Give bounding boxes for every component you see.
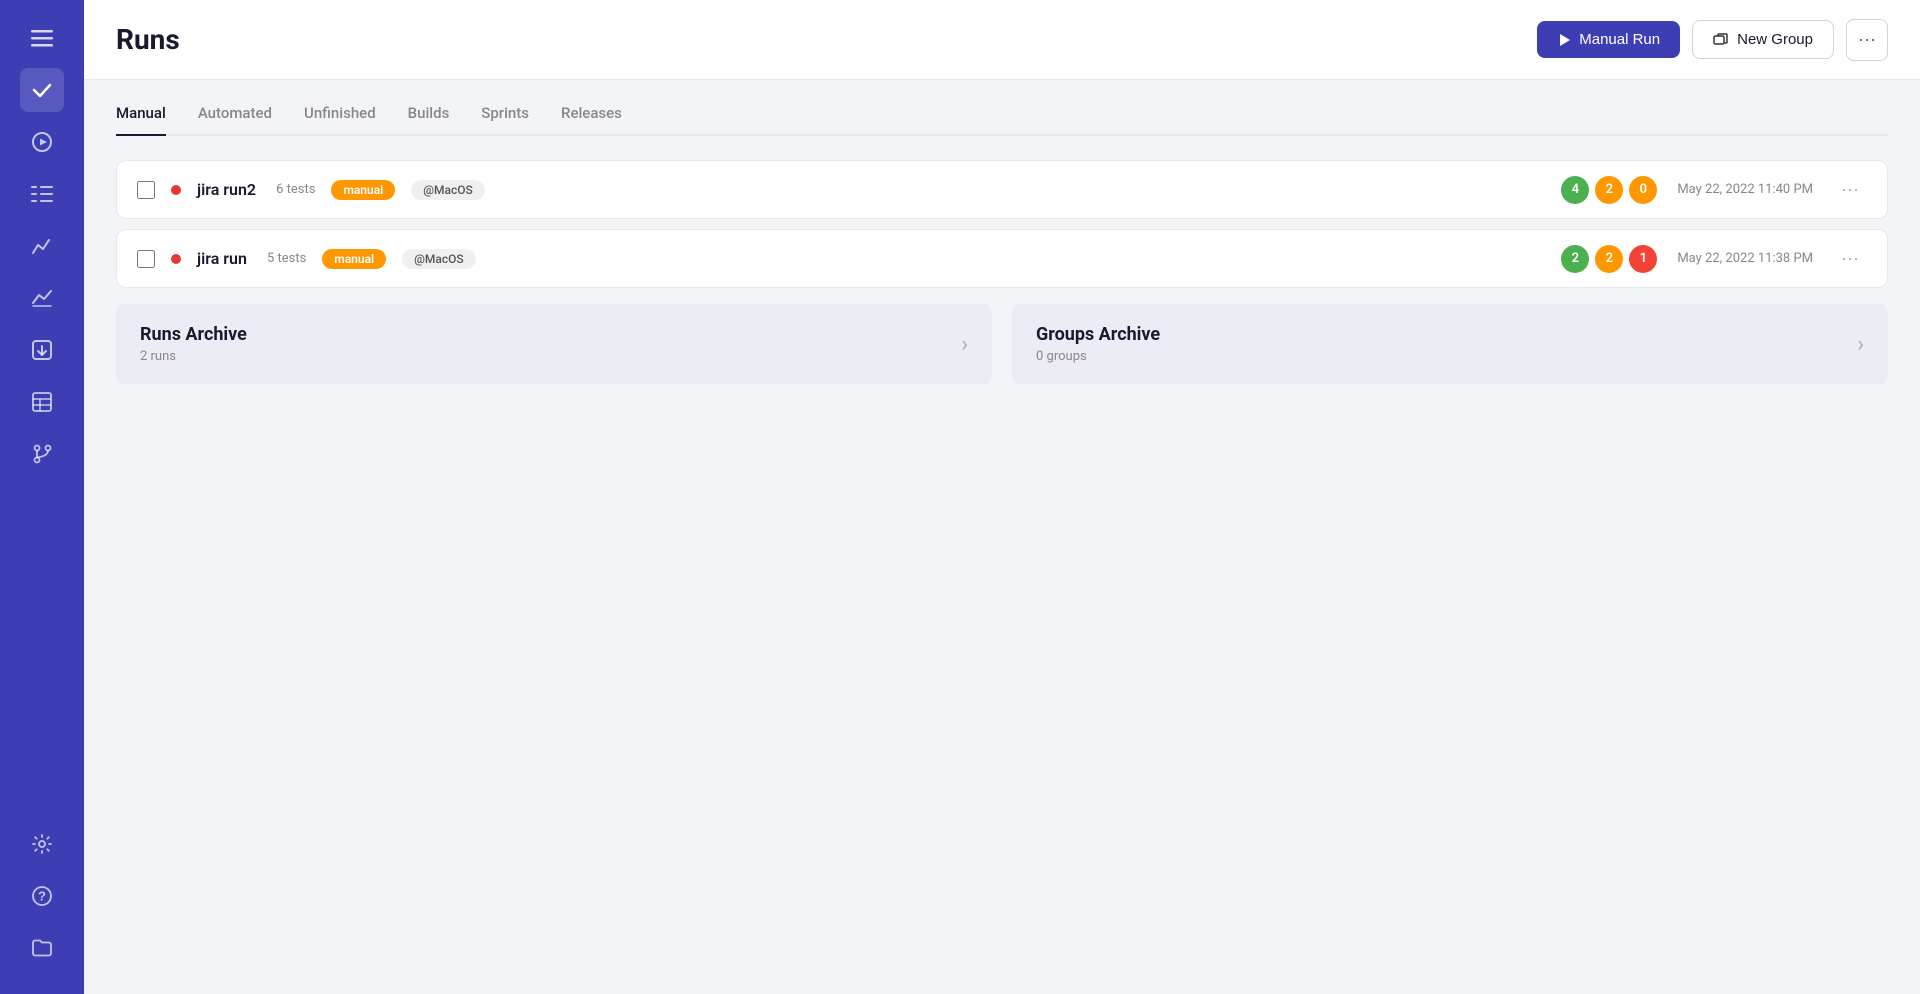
- stat-red: 1: [1629, 245, 1657, 273]
- run-badge-env: @MacOS: [411, 180, 485, 200]
- groups-archive-chevron: ›: [1857, 332, 1864, 357]
- stat-green: 4: [1561, 176, 1589, 204]
- git-icon[interactable]: [20, 432, 64, 476]
- check-icon[interactable]: [20, 68, 64, 112]
- run-stats: 4 2 0: [1561, 176, 1657, 204]
- tab-unfinished[interactable]: Unfinished: [304, 104, 376, 136]
- table-row: jira run 5 tests manual @MacOS 2 2 1 May…: [116, 229, 1888, 288]
- run-tests-count: 6 tests: [276, 182, 315, 197]
- table-icon[interactable]: [20, 380, 64, 424]
- stat-red: 0: [1629, 176, 1657, 204]
- play-icon: [1557, 33, 1571, 47]
- tab-sprints[interactable]: Sprints: [481, 104, 529, 136]
- main-content: Runs Manual Run New Group ···: [84, 0, 1920, 994]
- groups-archive-subtitle: 0 groups: [1036, 349, 1160, 364]
- run-tests-count: 5 tests: [267, 251, 306, 266]
- manual-run-button[interactable]: Manual Run: [1537, 21, 1680, 58]
- runs-list: jira run2 6 tests manual @MacOS 4 2 0 Ma…: [116, 160, 1888, 288]
- help-icon[interactable]: ?: [20, 874, 64, 918]
- run-row-right: 2 2 1 May 22, 2022 11:38 PM ···: [1561, 244, 1867, 273]
- page-title: Runs: [116, 23, 180, 56]
- runs-archive-card[interactable]: Runs Archive 2 runs ›: [116, 304, 992, 384]
- run-more-button[interactable]: ···: [1833, 175, 1867, 204]
- import-icon[interactable]: [20, 328, 64, 372]
- run-checkbox-0[interactable]: [137, 181, 155, 199]
- more-options-button[interactable]: ···: [1846, 19, 1888, 61]
- run-timestamp: May 22, 2022 11:40 PM: [1677, 182, 1813, 197]
- run-name: jira run2: [197, 180, 256, 199]
- archive-section: Runs Archive 2 runs › Groups Archive 0 g…: [116, 304, 1888, 384]
- new-group-button[interactable]: New Group: [1692, 20, 1834, 59]
- list-icon[interactable]: [20, 172, 64, 216]
- play-circle-icon[interactable]: [20, 120, 64, 164]
- tabs-bar: Manual Automated Unfinished Builds Sprin…: [116, 104, 1888, 136]
- runs-archive-chevron: ›: [961, 332, 968, 357]
- tab-releases[interactable]: Releases: [561, 104, 622, 136]
- page-content: Manual Automated Unfinished Builds Sprin…: [84, 80, 1920, 994]
- runs-archive-subtitle: 2 runs: [140, 349, 247, 364]
- run-row-right: 4 2 0 May 22, 2022 11:40 PM ···: [1561, 175, 1867, 204]
- run-timestamp: May 22, 2022 11:38 PM: [1677, 251, 1813, 266]
- tab-builds[interactable]: Builds: [408, 104, 450, 136]
- status-dot: [171, 185, 181, 195]
- sidebar: ?: [0, 0, 84, 994]
- sidebar-bottom: ?: [20, 822, 64, 978]
- runs-archive-title: Runs Archive: [140, 324, 247, 345]
- menu-icon[interactable]: [20, 16, 64, 60]
- tab-manual[interactable]: Manual: [116, 104, 166, 136]
- folder-icon[interactable]: [20, 926, 64, 970]
- groups-archive-card[interactable]: Groups Archive 0 groups ›: [1012, 304, 1888, 384]
- header-actions: Manual Run New Group ···: [1537, 19, 1888, 61]
- run-badge-manual: manual: [322, 249, 386, 269]
- svg-text:?: ?: [38, 889, 46, 904]
- stat-orange: 2: [1595, 176, 1623, 204]
- run-stats: 2 2 1: [1561, 245, 1657, 273]
- run-badge-manual: manual: [331, 180, 395, 200]
- tab-automated[interactable]: Automated: [198, 104, 272, 136]
- analytics-icon[interactable]: [20, 276, 64, 320]
- run-badge-env: @MacOS: [402, 249, 476, 269]
- page-header: Runs Manual Run New Group ···: [84, 0, 1920, 80]
- run-more-button[interactable]: ···: [1833, 244, 1867, 273]
- status-dot: [171, 254, 181, 264]
- settings-icon[interactable]: [20, 822, 64, 866]
- chart-line-icon[interactable]: [20, 224, 64, 268]
- run-checkbox-1[interactable]: [137, 250, 155, 268]
- table-row: jira run2 6 tests manual @MacOS 4 2 0 Ma…: [116, 160, 1888, 219]
- groups-archive-title: Groups Archive: [1036, 324, 1160, 345]
- stat-orange: 2: [1595, 245, 1623, 273]
- group-icon: [1713, 32, 1729, 48]
- run-name: jira run: [197, 249, 247, 268]
- stat-green: 2: [1561, 245, 1589, 273]
